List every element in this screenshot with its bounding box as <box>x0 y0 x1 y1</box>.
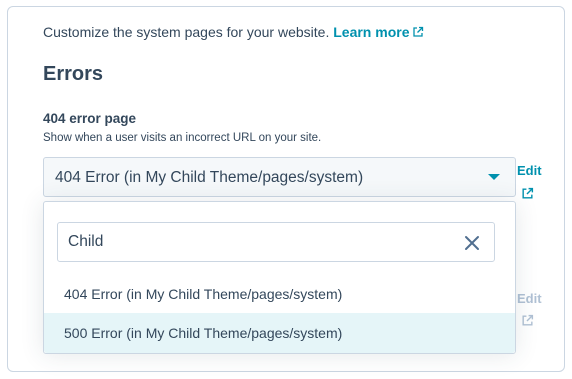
chevron-down-icon <box>488 174 500 180</box>
intro-text: Customize the system pages for your webs… <box>43 24 424 40</box>
system-pages-card: Customize the system pages for your webs… <box>7 6 565 372</box>
external-link-icon <box>413 26 424 37</box>
external-link-icon[interactable] <box>521 314 534 327</box>
section-heading: Errors <box>43 63 104 85</box>
intro-description: Customize the system pages for your webs… <box>43 24 330 40</box>
external-link-icon[interactable] <box>521 187 534 200</box>
error-404-label: 404 error page <box>43 111 137 126</box>
search-input[interactable] <box>59 224 449 260</box>
dropdown-option[interactable]: 500 Error (in My Child Theme/pages/syste… <box>44 313 515 353</box>
search-box <box>57 222 495 262</box>
error-404-help-text: Show when a user visits an incorrect URL… <box>43 132 322 144</box>
dropdown-option[interactable]: 404 Error (in My Child Theme/pages/syste… <box>44 274 515 314</box>
selected-value: 404 Error (in My Child Theme/pages/syste… <box>55 169 364 186</box>
learn-more-link[interactable]: Learn more <box>333 24 424 40</box>
error-404-select[interactable]: 404 Error (in My Child Theme/pages/syste… <box>43 157 516 197</box>
select-dropdown-menu: 404 Error (in My Child Theme/pages/syste… <box>43 201 516 354</box>
edit-404-link[interactable]: Edit <box>517 163 542 178</box>
close-icon[interactable] <box>464 235 480 251</box>
learn-more-label: Learn more <box>333 24 410 40</box>
edit-500-link[interactable]: Edit <box>517 291 542 306</box>
